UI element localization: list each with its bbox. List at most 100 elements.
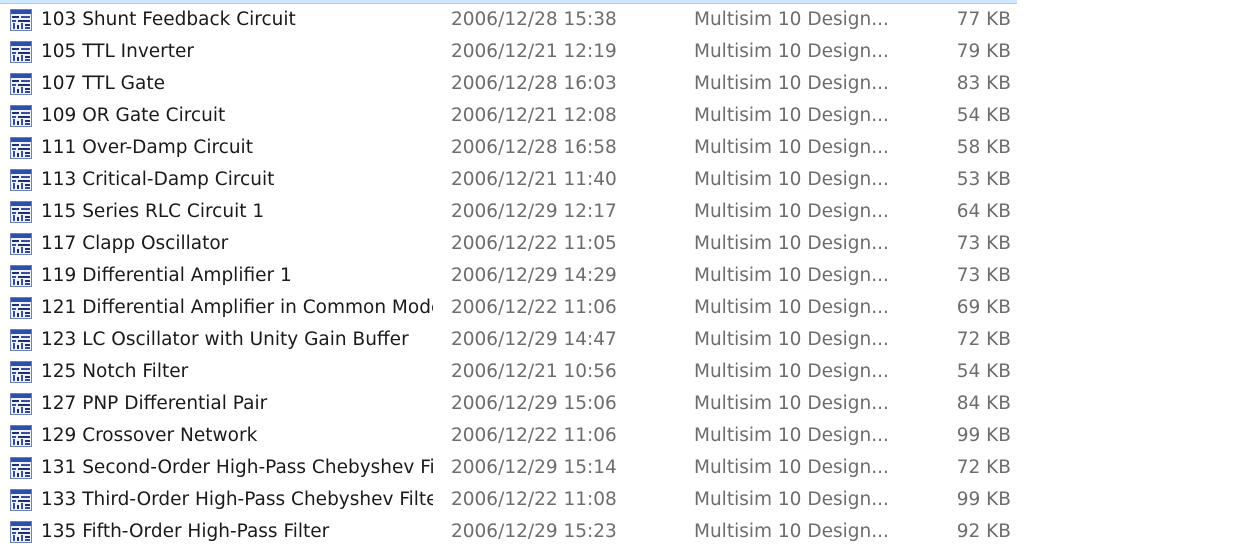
file-size: 64 KB [956,201,1011,222]
file-size: 54 KB [956,105,1011,126]
file-type: Multisim 10 Design... [694,297,889,318]
file-name: 135 Fifth-Order High-Pass Filter [41,521,330,542]
file-type: Multisim 10 Design... [694,169,889,190]
file-date-modified: 2006/12/29 15:23 [451,521,617,542]
file-name: 125 Notch Filter [41,361,189,382]
file-type: Multisim 10 Design... [694,73,889,94]
file-row[interactable]: 131 Second-Order High-Pass Chebyshev Fil… [0,452,1018,484]
file-row[interactable]: 119 Differential Amplifier 1 2006/12/29 … [0,260,1018,292]
file-name: 119 Differential Amplifier 1 [41,265,292,286]
file-row[interactable]: 117 Clapp Oscillator 2006/12/22 11:05 Mu… [0,228,1018,260]
multisim-design-file-icon [10,137,32,159]
file-size: 53 KB [956,169,1011,190]
file-name: 133 Third-Order High-Pass Chebyshev Filt… [41,489,433,510]
file-size: 73 KB [956,265,1011,286]
file-row[interactable]: 125 Notch Filter 2006/12/21 10:56 Multis… [0,356,1018,388]
multisim-design-file-icon [10,41,32,63]
file-row[interactable]: 135 Fifth-Order High-Pass Filter 2006/12… [0,516,1018,548]
file-size: 84 KB [956,393,1011,414]
file-date-modified: 2006/12/29 14:29 [451,265,617,286]
file-name: 109 OR Gate Circuit [41,105,226,126]
file-row[interactable]: 123 LC Oscillator with Unity Gain Buffer… [0,324,1018,356]
file-size: 79 KB [956,41,1011,62]
file-date-modified: 2006/12/28 16:03 [451,73,617,94]
file-row[interactable]: 129 Crossover Network 2006/12/22 11:06 M… [0,420,1018,452]
multisim-design-file-icon [10,393,32,415]
file-row[interactable]: 127 PNP Differential Pair 2006/12/29 15:… [0,388,1018,420]
file-type: Multisim 10 Design... [694,265,889,286]
file-row[interactable]: 111 Over-Damp Circuit 2006/12/28 16:58 M… [0,132,1018,164]
file-date-modified: 2006/12/28 16:58 [451,137,617,158]
file-name: 113 Critical-Damp Circuit [41,169,275,190]
file-date-modified: 2006/12/29 14:47 [451,329,617,350]
file-date-modified: 2006/12/21 10:56 [451,361,617,382]
file-size: 99 KB [956,425,1011,446]
file-size: 77 KB [956,9,1011,30]
file-size: 69 KB [956,297,1011,318]
file-type: Multisim 10 Design... [694,457,889,478]
file-list: 103 Shunt Feedback Circuit 2006/12/28 15… [0,0,1018,553]
multisim-design-file-icon [10,9,32,31]
multisim-design-file-icon [10,73,32,95]
multisim-design-file-icon [10,297,32,319]
multisim-design-file-icon [10,489,32,511]
file-row[interactable]: 121 Differential Amplifier in Common Mod… [0,292,1018,324]
file-name: 107 TTL Gate [41,73,165,94]
multisim-design-file-icon [10,329,32,351]
file-row[interactable]: 105 TTL Inverter 2006/12/21 12:19 Multis… [0,36,1018,68]
file-row[interactable]: 107 TTL Gate 2006/12/28 16:03 Multisim 1… [0,68,1018,100]
multisim-design-file-icon [10,233,32,255]
file-name: 115 Series RLC Circuit 1 [41,201,265,222]
file-date-modified: 2006/12/29 15:14 [451,457,617,478]
file-type: Multisim 10 Design... [694,393,889,414]
file-size: 72 KB [956,457,1011,478]
multisim-design-file-icon [10,105,32,127]
file-type: Multisim 10 Design... [694,41,889,62]
file-size: 54 KB [956,361,1011,382]
file-size: 72 KB [956,329,1011,350]
file-name: 131 Second-Order High-Pass Chebyshev Fil… [41,457,433,478]
file-size: 83 KB [956,73,1011,94]
file-date-modified: 2006/12/29 15:06 [451,393,617,414]
file-date-modified: 2006/12/22 11:05 [451,233,617,254]
file-date-modified: 2006/12/21 12:08 [451,105,617,126]
file-type: Multisim 10 Design... [694,521,889,542]
file-type: Multisim 10 Design... [694,361,889,382]
file-date-modified: 2006/12/21 12:19 [451,41,617,62]
file-row[interactable]: 113 Critical-Damp Circuit 2006/12/21 11:… [0,164,1018,196]
file-name: 111 Over-Damp Circuit [41,137,253,158]
file-row[interactable]: 115 Series RLC Circuit 1 2006/12/29 12:1… [0,196,1018,228]
file-row[interactable]: 133 Third-Order High-Pass Chebyshev Filt… [0,484,1018,516]
file-name: 123 LC Oscillator with Unity Gain Buffer [41,329,409,350]
file-date-modified: 2006/12/22 11:06 [451,297,617,318]
file-name: 117 Clapp Oscillator [41,233,229,254]
file-name: 129 Crossover Network [41,425,258,446]
file-date-modified: 2006/12/21 11:40 [451,169,617,190]
file-type: Multisim 10 Design... [694,201,889,222]
multisim-design-file-icon [10,201,32,223]
file-size: 73 KB [956,233,1011,254]
file-date-modified: 2006/12/29 12:17 [451,201,617,222]
file-type: Multisim 10 Design... [694,233,889,254]
file-size: 99 KB [956,489,1011,510]
multisim-design-file-icon [10,361,32,383]
file-name: 127 PNP Differential Pair [41,393,268,414]
file-row[interactable]: 109 OR Gate Circuit 2006/12/21 12:08 Mul… [0,100,1018,132]
file-name: 121 Differential Amplifier in Common Mod… [41,297,433,318]
file-row[interactable]: 103 Shunt Feedback Circuit 2006/12/28 15… [0,4,1018,36]
file-date-modified: 2006/12/28 15:38 [451,9,617,30]
file-type: Multisim 10 Design... [694,9,889,30]
file-type: Multisim 10 Design... [694,329,889,350]
file-size: 92 KB [956,521,1011,542]
file-date-modified: 2006/12/22 11:06 [451,425,617,446]
file-type: Multisim 10 Design... [694,137,889,158]
multisim-design-file-icon [10,457,32,479]
multisim-design-file-icon [10,265,32,287]
file-type: Multisim 10 Design... [694,425,889,446]
file-name: 105 TTL Inverter [41,41,195,62]
file-type: Multisim 10 Design... [694,489,889,510]
multisim-design-file-icon [10,169,32,191]
multisim-design-file-icon [10,425,32,447]
file-date-modified: 2006/12/22 11:08 [451,489,617,510]
file-size: 58 KB [956,137,1011,158]
